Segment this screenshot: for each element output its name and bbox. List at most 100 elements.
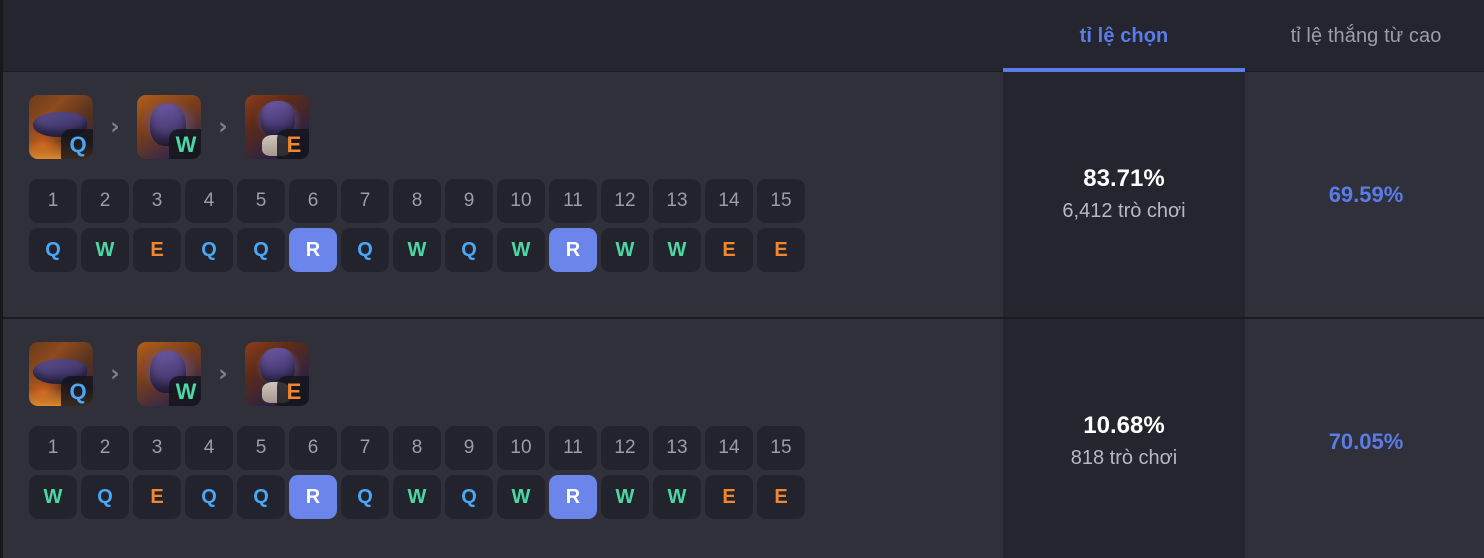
level-number-row: 1 2 3 4 5 6 7 8 9 10 11 12 13 14 15 [29,426,1003,470]
skill-cell: Q [81,475,129,519]
skill-cell: Q [445,475,493,519]
level-cell: 8 [393,179,441,223]
level-cell: 5 [237,179,285,223]
skill-cell: Q [237,228,285,272]
level-cell: 15 [757,426,805,470]
skill-cell: W [497,475,545,519]
skill-cell: W [653,228,701,272]
ability-icon-q[interactable]: Q [29,342,93,406]
level-cell: 13 [653,426,701,470]
skill-cell: W [29,475,77,519]
level-cell: 11 [549,426,597,470]
stat-tabs: tỉ lệ chọn tỉ lệ thắng từ cao [1003,0,1484,72]
ability-icon-q[interactable]: Q [29,95,93,159]
ability-icon-e[interactable]: E [245,95,309,159]
skill-cell: W [393,228,441,272]
skill-cell: R [549,228,597,272]
chevron-right-icon: › [110,360,120,387]
level-cell: 4 [185,426,233,470]
ability-icon-w[interactable]: W [137,342,201,406]
level-cell: 12 [601,426,649,470]
level-cell: 1 [29,426,77,470]
level-cell: 8 [393,426,441,470]
skill-cell: Q [445,228,493,272]
chevron-right-icon: › [218,113,228,140]
skill-cell: E [705,475,753,519]
win-rate-cell: 69.59% [1245,72,1484,317]
skill-cell: E [705,228,753,272]
skill-order-grid: 1 2 3 4 5 6 7 8 9 10 11 12 13 14 15 Q W E Q Q R Q W Q W R W W E E [29,179,1003,272]
skill-cell: W [81,228,129,272]
build-rows: Q › W › E 1 2 3 4 5 6 7 8 9 10 11 12 13 14 15 Q W E Q Q R Q W Q W R W W E… [3,72,1484,558]
level-cell: 9 [445,426,493,470]
skill-build: Q › W › E 1 2 3 4 5 6 7 8 9 10 11 12 13 14 15 W Q E Q Q R Q W Q W R W W E… [3,319,1003,558]
panel-header: tỉ lệ chọn tỉ lệ thắng từ cao [3,0,1484,72]
level-cell: 14 [705,179,753,223]
skill-cell: W [601,228,649,272]
pick-rate-value: 83.71% [1083,164,1165,192]
skill-order-panel: tỉ lệ chọn tỉ lệ thắng từ cao Q › W › E 1 2 3 4 5… [0,0,1484,558]
level-cell: 6 [289,179,337,223]
pick-rate-cell: 10.68% 818 trò chơi [1003,319,1245,558]
skill-cell: E [133,475,181,519]
ability-key-badge: W [169,376,201,406]
tab-win-rate[interactable]: tỉ lệ thắng từ cao [1245,0,1484,72]
skill-cell: Q [185,475,233,519]
build-row: Q › W › E 1 2 3 4 5 6 7 8 9 10 11 12 13 14 15 Q W E Q Q R Q W Q W R W W E… [3,72,1484,319]
ability-key-badge: Q [61,376,93,406]
level-cell: 3 [133,426,181,470]
win-rate-value: 69.59% [1328,181,1404,207]
skill-cell: Q [237,475,285,519]
skill-letter-row: WQEQQRQWQWRWWEE [29,475,1003,519]
chevron-right-icon: › [110,113,120,140]
skill-letter-row: QWEQQRQWQWRWWEE [29,228,1003,272]
ability-key-badge: E [277,376,309,406]
skill-cell: R [289,228,337,272]
skill-cell: E [757,475,805,519]
level-cell: 11 [549,179,597,223]
build-row: Q › W › E 1 2 3 4 5 6 7 8 9 10 11 12 13 14 15 W Q E Q Q R Q W Q W R W W E… [3,319,1484,558]
skill-cell: E [757,228,805,272]
level-cell: 6 [289,426,337,470]
skill-cell: W [653,475,701,519]
skill-cell: R [549,475,597,519]
pick-rate-value: 10.68% [1083,411,1165,439]
level-number-row: 1 2 3 4 5 6 7 8 9 10 11 12 13 14 15 [29,179,1003,223]
game-count-label: 818 trò chơi [1070,446,1178,469]
level-cell: 4 [185,179,233,223]
level-cell: 2 [81,426,129,470]
skill-cell: W [393,475,441,519]
pick-rate-cell: 83.71% 6,412 trò chơi [1003,72,1245,317]
tab-pick-rate[interactable]: tỉ lệ chọn [1003,0,1245,72]
level-cell: 15 [757,179,805,223]
level-cell: 5 [237,426,285,470]
skill-cell: Q [29,228,77,272]
level-cell: 1 [29,179,77,223]
level-cell: 13 [653,179,701,223]
level-cell: 3 [133,179,181,223]
ability-priority-path: Q › W › E [29,341,1003,407]
skill-order-grid: 1 2 3 4 5 6 7 8 9 10 11 12 13 14 15 W Q E Q Q R Q W Q W R W W E E [29,426,1003,519]
skill-cell: R [289,475,337,519]
level-cell: 12 [601,179,649,223]
level-cell: 9 [445,179,493,223]
skill-cell: E [133,228,181,272]
level-cell: 14 [705,426,753,470]
win-rate-cell: 70.05% [1245,319,1484,558]
skill-cell: Q [185,228,233,272]
ability-priority-path: Q › W › E [29,94,1003,160]
ability-icon-e[interactable]: E [245,342,309,406]
level-cell: 10 [497,179,545,223]
win-rate-value: 70.05% [1328,428,1404,454]
ability-icon-w[interactable]: W [137,95,201,159]
ability-key-badge: W [169,129,201,159]
skill-build: Q › W › E 1 2 3 4 5 6 7 8 9 10 11 12 13 14 15 Q W E Q Q R Q W Q W R W W E… [3,72,1003,317]
skill-cell: W [601,475,649,519]
game-count-label: 6,412 trò chơi [1062,199,1186,222]
level-cell: 2 [81,179,129,223]
skill-cell: Q [341,228,389,272]
ability-key-badge: E [277,129,309,159]
skill-cell: Q [341,475,389,519]
level-cell: 10 [497,426,545,470]
level-cell: 7 [341,179,389,223]
